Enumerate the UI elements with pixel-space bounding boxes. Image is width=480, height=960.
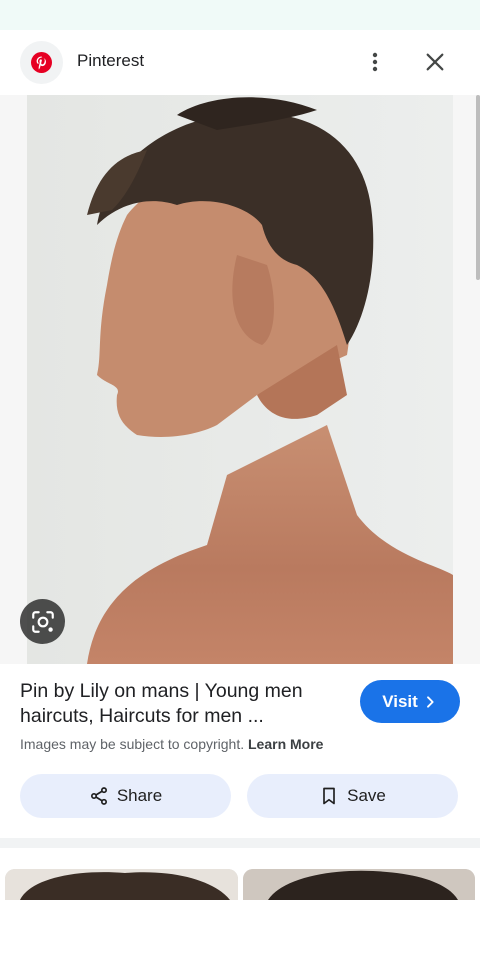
related-image-thumbnail[interactable]	[5, 869, 238, 900]
chevron-right-icon	[426, 695, 434, 708]
close-button[interactable]	[418, 45, 452, 79]
header: Pinterest	[0, 30, 480, 95]
share-icon	[90, 787, 107, 805]
result-title[interactable]: Pin by Lily on mans | Young men haircuts…	[20, 679, 340, 729]
image-preview	[0, 95, 480, 664]
more-options-button[interactable]	[358, 45, 392, 79]
site-name[interactable]: Pinterest	[77, 51, 144, 71]
close-icon	[426, 53, 444, 71]
hair-thumbnail-illustration	[5, 869, 238, 900]
hair-thumbnail-illustration	[243, 869, 475, 900]
visit-button[interactable]: Visit	[360, 680, 460, 723]
scrollbar[interactable]	[476, 95, 480, 280]
save-label: Save	[347, 786, 386, 805]
copyright-notice: Images may be subject to copyright. Lear…	[20, 736, 323, 752]
more-vert-icon	[372, 52, 378, 72]
related-image-thumbnail[interactable]	[243, 869, 475, 900]
share-button[interactable]: Share	[20, 774, 231, 818]
copyright-text: Images may be subject to copyright.	[20, 736, 245, 752]
preview-photo[interactable]	[27, 95, 453, 664]
visit-label: Visit	[382, 691, 418, 711]
share-label: Share	[116, 786, 163, 805]
learn-more-link[interactable]: Learn More	[248, 736, 323, 752]
pinterest-logo-icon	[31, 52, 52, 73]
status-bar-area	[0, 0, 480, 30]
lens-search-icon	[31, 610, 54, 633]
lens-search-button[interactable]	[20, 599, 65, 644]
bookmark-icon	[323, 787, 335, 805]
site-favicon[interactable]	[20, 41, 63, 84]
profile-portrait-illustration	[27, 95, 453, 664]
section-divider	[0, 838, 480, 848]
save-button[interactable]: Save	[247, 774, 458, 818]
